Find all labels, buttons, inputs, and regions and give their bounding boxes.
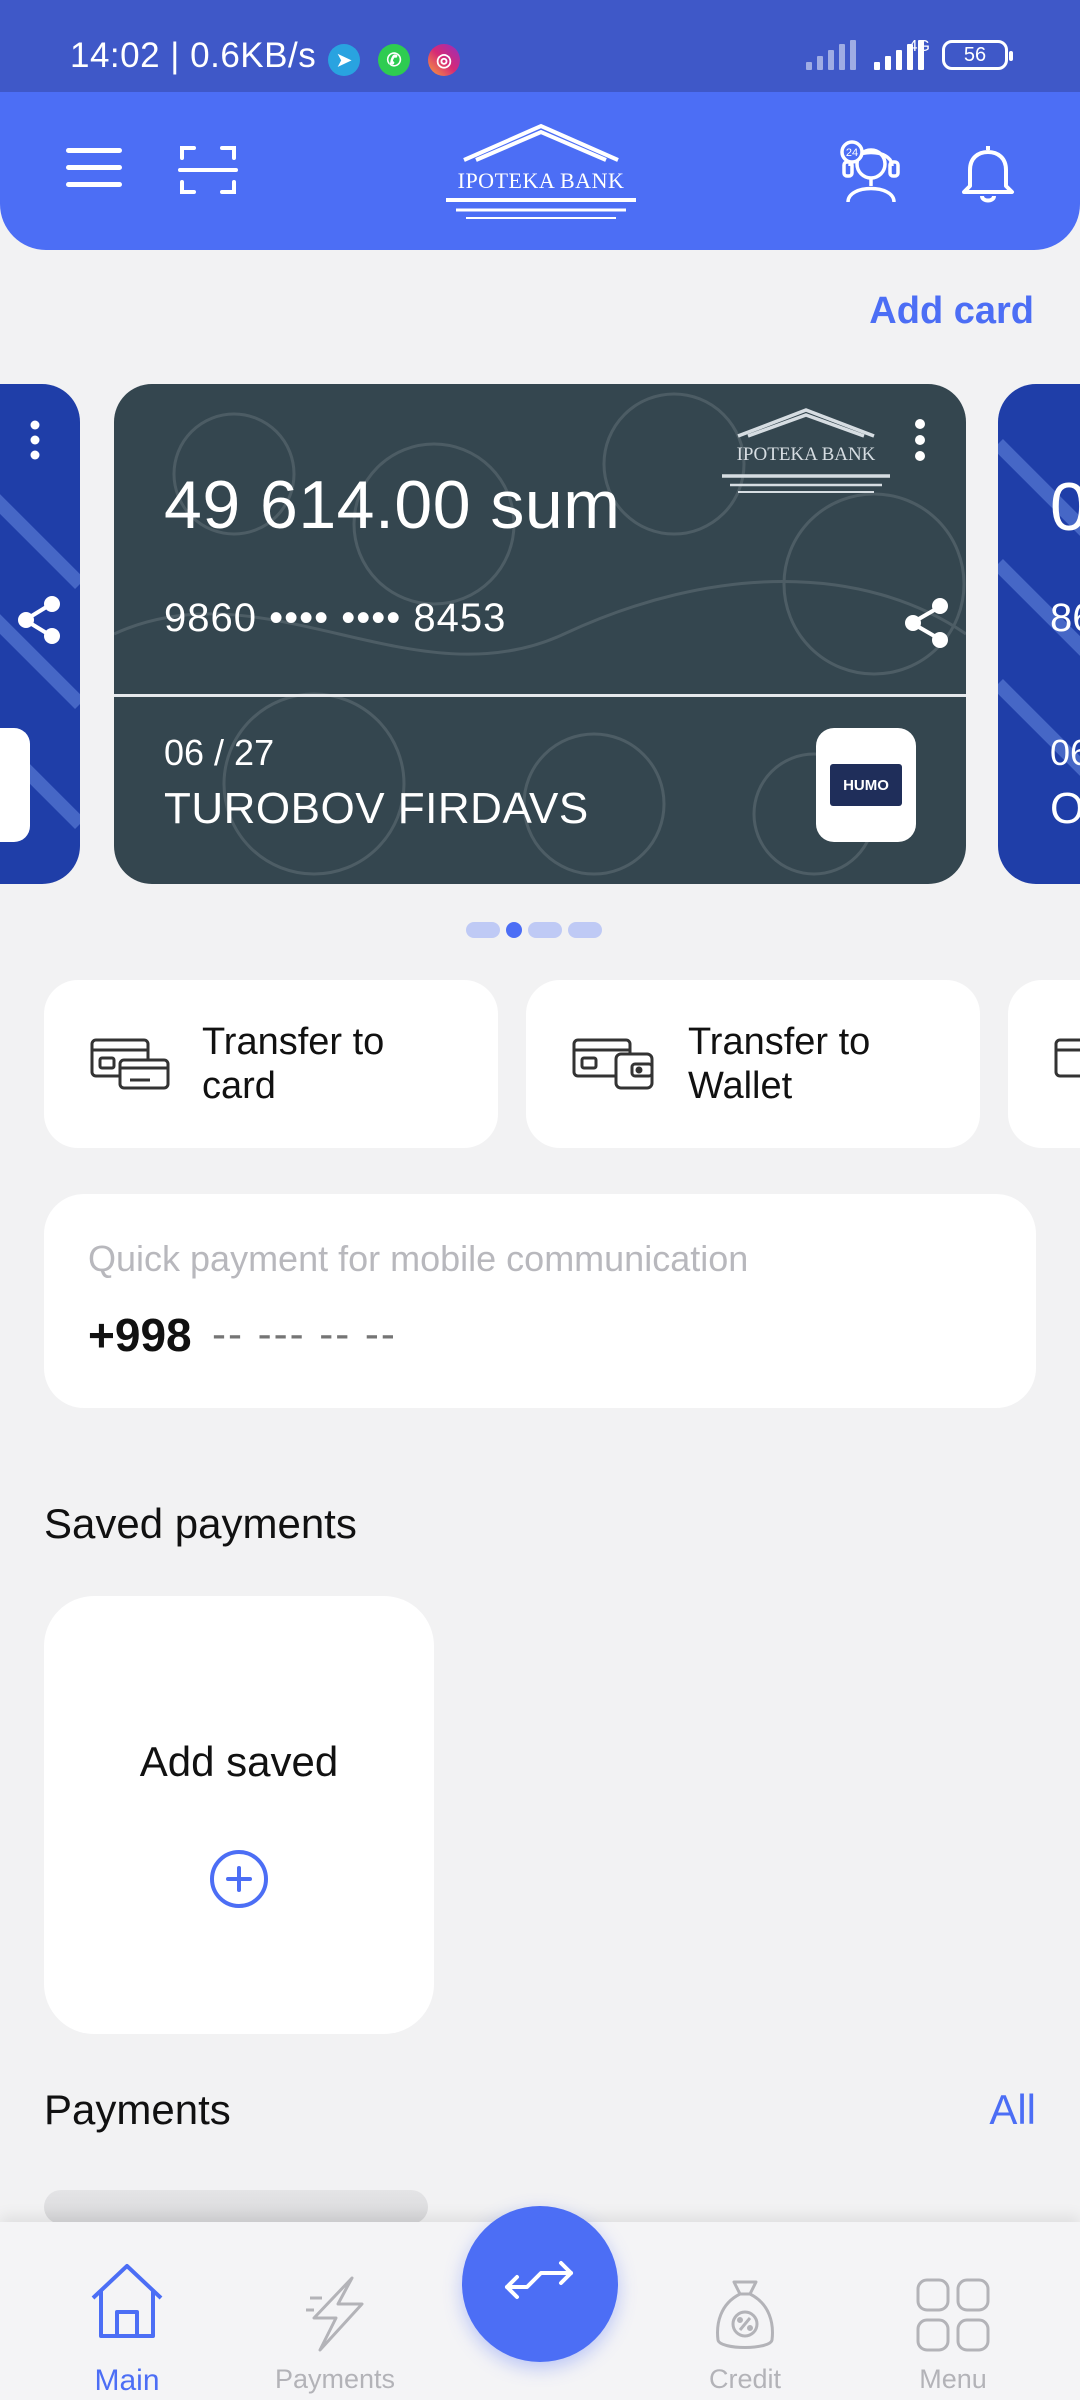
card-prev-logo [0,728,30,842]
whatsapp-icon: ✆ [378,44,410,76]
logo-text: IPOTEKA BANK [457,168,625,193]
card-next-holder: O [1050,784,1080,833]
exchange-arrows-icon [503,2257,577,2312]
scan-icon[interactable] [178,144,238,196]
quick-payment-title: Quick payment for mobile communication [88,1238,749,1279]
telegram-icon: ➤ [328,44,360,76]
nav-menu-label: Menu [919,2364,987,2394]
carousel-dot[interactable] [466,922,500,938]
card-next-balance: 0 [1050,469,1080,545]
transfer-to-wallet-button[interactable]: Transfer to Wallet [526,980,980,1148]
battery-icon: 56 [942,40,1013,70]
nav-credit-label: Credit [708,2364,782,2394]
nav-payments-label: Payments [274,2364,396,2394]
saved-payments-title: Saved payments [44,1500,357,1547]
humo-logo-text: HUMO [830,764,902,806]
card-menu-icon[interactable] [914,418,926,467]
card-next-expiry: 06 [1050,732,1080,773]
card-carousel-indicator [466,922,602,938]
plus-circle-icon [210,1850,268,1908]
status-right: 56 [806,40,1013,70]
phone-number-input[interactable] [212,1310,612,1358]
transfer-to-card-label: Transfer to card [202,1021,385,1107]
home-icon [87,2260,167,2347]
status-bar: 14:02 | 0.6KB/s ➤ ✆ ◎ 4G 56 [0,0,1080,92]
add-saved-label: Add saved [139,1738,339,1785]
card-prev[interactable] [0,384,80,884]
card-transfer-icon [1054,1038,1080,1090]
bell-icon[interactable] [960,140,1016,204]
quick-payment-card[interactable]: Quick payment for mobile communication +… [44,1194,1036,1408]
add-card-button[interactable]: Add card [869,290,1034,333]
lightning-icon [302,2276,372,2357]
status-time: 14:02 | 0.6KB/s [70,36,317,75]
loading-skeleton [44,2190,428,2224]
card-bank-logo-text: IPOTEKA BANK [736,444,876,465]
instagram-icon: ◎ [428,44,460,76]
carousel-dot[interactable] [568,922,602,938]
transfer-to-card-button[interactable]: Transfer to card [44,980,498,1148]
card-share-icon[interactable] [904,598,950,653]
grid-icon [916,2278,990,2357]
card-prev-share-icon[interactable] [18,596,62,649]
transfer-tile-partial[interactable] [1008,980,1080,1148]
phone-prefix: +998 [88,1309,192,1361]
card-holder-name: TUROBOV FIRDAVS [164,784,589,833]
card-number: 9860 •••• •••• 8453 [164,596,507,640]
card-transfer-icon [90,1038,170,1090]
carousel-dot[interactable] [528,922,562,938]
signal-sim1-icon [806,40,856,70]
card-prev-menu-icon[interactable] [30,420,40,465]
signal-sim2-icon [874,40,924,70]
nav-main-label: Main [94,2364,160,2397]
card-expiry: 06 / 27 [164,732,275,773]
svg-text:24: 24 [846,147,858,159]
transfer-to-wallet-label: Transfer to Wallet [688,1021,871,1107]
card-divider [114,694,966,697]
card-bank-logo: IPOTEKA BANK [714,406,898,498]
ipoteka-bank-logo: IPOTEKA BANK [436,122,646,222]
card-balance: 49 614.00 sum [164,467,621,543]
money-bag-icon [710,2278,780,2359]
support-24-icon[interactable]: 24 [838,138,904,204]
transfer-fab-button[interactable] [462,2206,618,2362]
bank-card[interactable]: IPOTEKA BANK 49 614.00 sum 9860 •••• •••… [114,384,966,884]
carousel-dot-active[interactable] [506,922,522,938]
payments-title: Payments [44,2086,231,2133]
add-saved-payment-button[interactable]: Add saved [44,1596,434,2034]
battery-level: 56 [963,43,987,66]
card-next[interactable]: 0 86 06 O [998,384,1080,884]
card-next-number: 86 [1050,596,1080,640]
menu-icon[interactable] [66,146,122,190]
wallet-transfer-icon [572,1038,656,1090]
humo-logo: HUMO [816,728,916,842]
payments-all-link[interactable]: All [989,2086,1036,2134]
